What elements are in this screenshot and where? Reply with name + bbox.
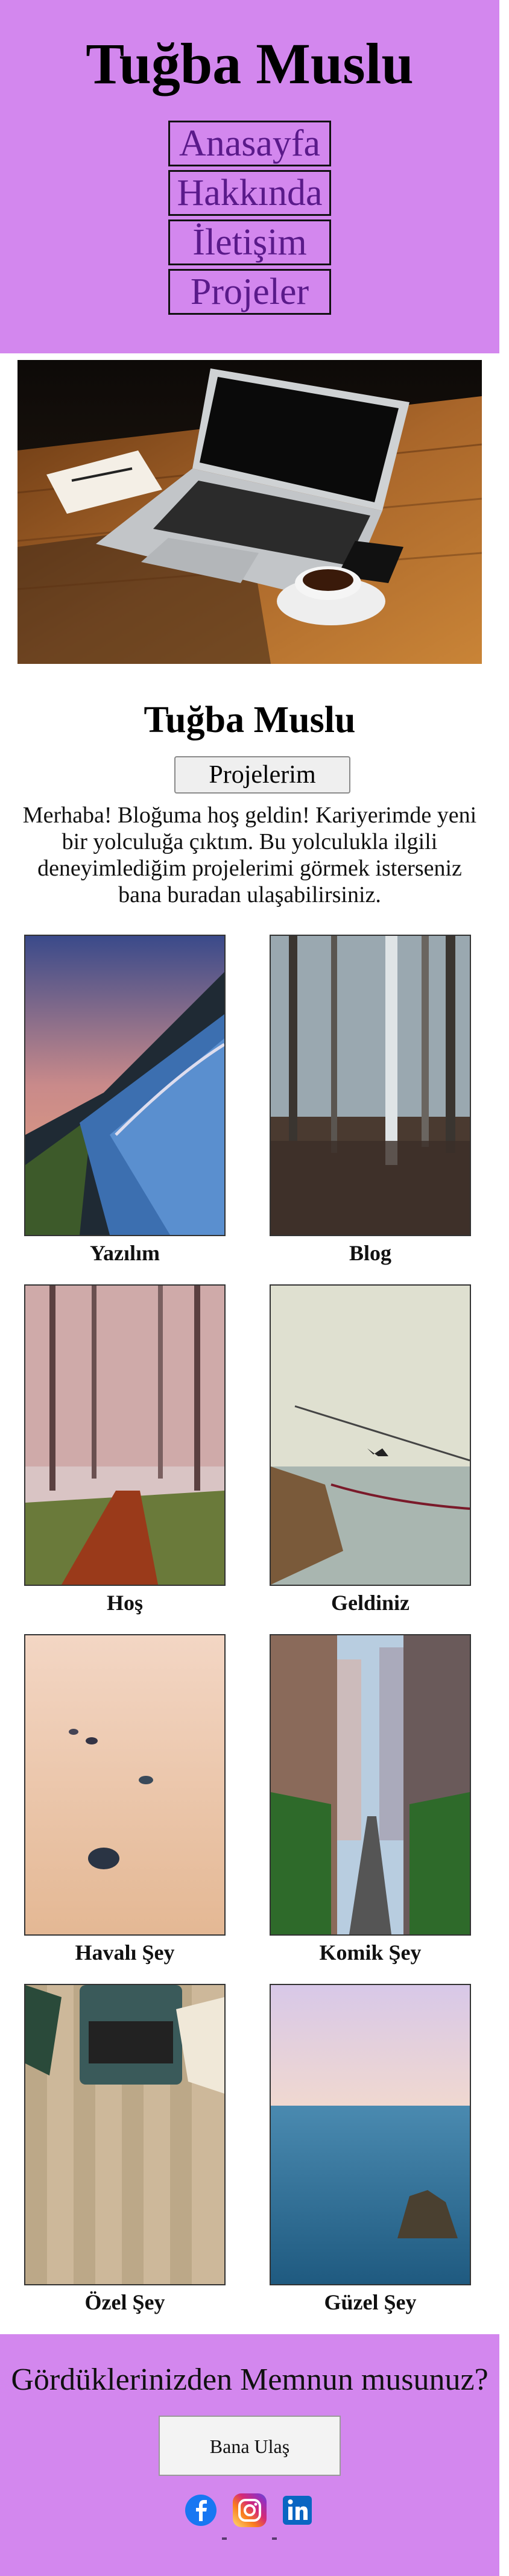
gallery-caption: Geldiniz — [330, 1591, 409, 1615]
facebook-icon[interactable] — [185, 2492, 217, 2528]
gallery-card-ozel-sey[interactable]: Özel Şey — [24, 1984, 226, 2316]
hero-image — [17, 360, 482, 664]
gallery-card-havali-sey[interactable]: Havalı Şey — [24, 1634, 226, 1966]
link-underline — [272, 2537, 277, 2540]
sea-rock-photo — [270, 1984, 471, 2285]
site-footer: Gördüklerinizden Memnun musunuz? Bana Ul… — [0, 2334, 499, 2576]
intro-text: Merhaba! Bloğuma hoş geldin! Kariyerimde… — [22, 803, 477, 908]
gallery-caption: Güzel Şey — [324, 2290, 417, 2314]
nav-item-iletisim[interactable]: İletişim — [168, 219, 331, 265]
instagram-icon[interactable] — [232, 2492, 268, 2528]
gallery-card-komik-sey[interactable]: Komik Şey — [270, 1634, 471, 1966]
gallery-card-blog[interactable]: Blog — [270, 935, 471, 1266]
sand-stones-photo — [24, 1634, 226, 1936]
link-underline — [222, 2537, 227, 2540]
gallery-caption: Yazılım — [90, 1241, 160, 1265]
projelerim-button[interactable]: Projelerim — [174, 756, 350, 794]
gallery-caption: Komik Şey — [319, 1940, 422, 1965]
autumn-path-photo — [24, 1284, 226, 1586]
gallery-card-hos[interactable]: Hoş — [24, 1284, 226, 1616]
nav-item-projeler[interactable]: Projeler — [168, 269, 331, 315]
city-street-photo — [270, 1634, 471, 1936]
site-title: Tuğba Muslu — [86, 31, 414, 96]
linkedin-icon[interactable] — [282, 2492, 313, 2528]
road-photo — [24, 935, 226, 1236]
intro-title: Tuğba Muslu — [144, 699, 356, 740]
gallery-caption: Özel Şey — [84, 2290, 165, 2314]
main-nav: Anasayfa Hakkında İletişim Projeler — [168, 121, 331, 318]
gallery-caption: Hoş — [106, 1591, 143, 1615]
boat-bird-photo — [270, 1284, 471, 1586]
gallery-card-yazilim[interactable]: Yazılım — [24, 935, 226, 1266]
gallery-caption: Blog — [349, 1241, 391, 1265]
nav-item-anasayfa[interactable]: Anasayfa — [168, 121, 331, 166]
footer-question: Gördüklerinizden Memnun musunuz? — [11, 2363, 488, 2397]
nav-item-hakkinda[interactable]: Hakkında — [168, 170, 331, 216]
gallery-caption: Havalı Şey — [75, 1940, 175, 1965]
site-header: Tuğba Muslu Anasayfa Hakkında İletişim P… — [0, 0, 499, 353]
contact-button[interactable]: Bana Ulaş — [159, 2416, 341, 2476]
typewriter-photo — [24, 1984, 226, 2285]
forest-photo — [270, 935, 471, 1236]
gallery-card-guzel-sey[interactable]: Güzel Şey — [270, 1984, 471, 2316]
gallery-card-geldiniz[interactable]: Geldiniz — [270, 1284, 471, 1616]
